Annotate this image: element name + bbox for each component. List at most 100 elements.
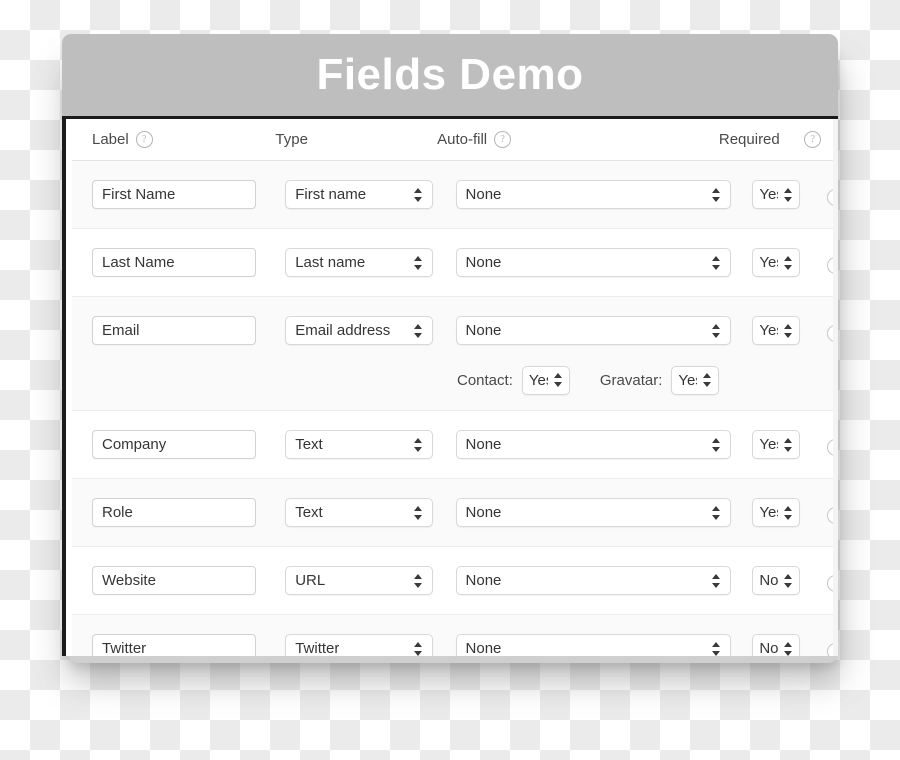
type-select[interactable]: Text (285, 498, 434, 527)
required-select[interactable]: No (752, 634, 801, 657)
row-required-cell: Yes (752, 180, 838, 209)
vertical-scrollbar[interactable] (833, 119, 838, 656)
label-input[interactable]: Company (92, 430, 256, 459)
row-label-cell: Twitter (92, 634, 285, 656)
stepper-arrows-icon (711, 187, 721, 203)
autofill-select-value: None (465, 572, 502, 589)
required-select[interactable]: Yes (752, 430, 801, 459)
table-row: Website URL None No (72, 547, 838, 615)
stepper-arrows-icon (414, 641, 423, 657)
required-select[interactable]: Yes (752, 316, 801, 345)
label-input[interactable]: Email (92, 316, 256, 345)
row-label-cell: Email (92, 316, 285, 345)
autofill-select-value: None (465, 322, 502, 339)
autofill-select[interactable]: None (455, 180, 731, 209)
label-input[interactable]: First Name (92, 180, 256, 209)
row-autofill-cell: None (455, 180, 753, 209)
required-select-value: Yes (759, 186, 778, 203)
row-label-cell: Website (92, 566, 285, 595)
row-required-cell: Yes (752, 498, 838, 527)
column-header-autofill: Auto-fill ? (437, 131, 719, 148)
stepper-arrows-icon (414, 187, 423, 203)
type-select[interactable]: Email address (285, 316, 434, 345)
row-autofill-cell: None (455, 634, 753, 656)
stepper-arrows-icon (711, 323, 721, 339)
autofill-select[interactable]: None (455, 316, 731, 345)
stepper-arrows-icon (414, 505, 423, 521)
window-titlebar: Fields Demo (62, 34, 838, 116)
column-header-required: Required (719, 131, 800, 148)
label-input[interactable]: Twitter (92, 634, 256, 656)
contact-select-value: Yes (528, 371, 548, 389)
row-type-cell: URL (285, 566, 455, 595)
stepper-arrows-icon (711, 255, 721, 271)
stepper-arrows-icon (414, 323, 423, 339)
table-row: Email Email address None Ye Contact: Ye … (72, 297, 838, 411)
stepper-arrows-icon (784, 641, 793, 657)
gravatar-select[interactable]: Yes (671, 365, 720, 395)
row-type-cell: First name (285, 180, 455, 209)
type-select-value: Email address (295, 322, 391, 339)
stepper-arrows-icon (784, 255, 793, 271)
contact-label: Contact: (457, 371, 513, 389)
label-input[interactable]: Website (92, 566, 256, 595)
type-select-value: URL (295, 572, 326, 589)
label-input[interactable]: Last Name (92, 248, 256, 277)
page-title: Fields Demo (316, 50, 584, 99)
autofill-select[interactable]: None (455, 430, 731, 459)
contact-select[interactable]: Yes (521, 365, 570, 395)
row-type-cell: Last name (285, 248, 455, 277)
required-select[interactable]: Yes (752, 180, 801, 209)
required-select-value: Yes (759, 254, 778, 271)
row-label-cell: First Name (92, 180, 285, 209)
type-select-value: Text (295, 436, 323, 453)
autofill-select[interactable]: None (455, 248, 731, 277)
row-required-cell: Yes (752, 248, 838, 277)
stepper-arrows-icon (711, 437, 721, 453)
column-header-required-text: Required (718, 131, 780, 148)
autofill-select[interactable]: None (455, 498, 731, 527)
required-select[interactable]: Yes (752, 248, 801, 277)
help-circle-icon-autofill[interactable]: ? (494, 131, 512, 148)
row-type-cell: Text (285, 498, 455, 527)
autofill-select-value: None (465, 504, 502, 521)
autofill-select[interactable]: None (455, 634, 731, 656)
type-select[interactable]: Text (285, 430, 434, 459)
type-select[interactable]: Last name (285, 248, 434, 277)
required-select[interactable]: No (752, 566, 801, 595)
type-select-value: Text (295, 504, 323, 521)
type-select[interactable]: URL (285, 566, 434, 595)
stepper-arrows-icon (784, 323, 793, 339)
gravatar-select-value: Yes (678, 371, 697, 389)
row-type-cell: Twitter (285, 634, 455, 656)
row-autofill-cell: None (455, 316, 753, 345)
type-select-value: Twitter (295, 640, 340, 656)
stepper-arrows-icon (784, 187, 793, 203)
row-autofill-cell: None (455, 248, 753, 277)
column-header-label-text: Label (92, 131, 129, 148)
stepper-arrows-icon (711, 573, 721, 589)
type-select[interactable]: First name (285, 180, 434, 209)
table-row: Role Text None Ye (72, 479, 838, 547)
column-header-type: Type (275, 131, 437, 148)
autofill-select-value: None (465, 186, 502, 203)
stepper-arrows-icon (784, 437, 793, 453)
required-select[interactable]: Yes (752, 498, 801, 527)
label-input[interactable]: Role (92, 498, 256, 527)
required-select-value: Yes (759, 436, 778, 453)
required-select-value: Yes (759, 322, 778, 339)
autofill-select[interactable]: None (455, 566, 731, 595)
row-required-cell: Yes (752, 430, 838, 459)
table-row: Company Text None Ye (72, 411, 838, 479)
row-label-cell: Last Name (92, 248, 285, 277)
type-select-value: First name (295, 186, 367, 203)
help-circle-icon-extra[interactable]: ? (804, 131, 822, 148)
help-circle-icon-label[interactable]: ? (135, 131, 153, 148)
stepper-arrows-icon (414, 437, 423, 453)
autofill-select-value: None (465, 436, 502, 453)
row-required-cell: Yes (752, 316, 838, 345)
column-header-autofill-text: Auto-fill (437, 131, 488, 148)
type-select[interactable]: Twitter (285, 634, 434, 657)
row-type-cell: Text (285, 430, 455, 459)
row-autofill-cell: None (455, 430, 753, 459)
